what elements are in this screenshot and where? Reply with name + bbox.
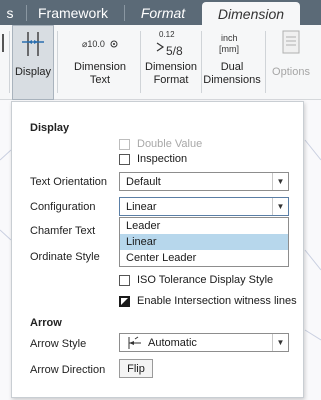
ribbon-partial-button[interactable] (0, 25, 8, 100)
text-orientation-label: Text Orientation (30, 176, 108, 188)
iso-tolerance-checkbox[interactable] (119, 274, 130, 286)
svg-text:inch: inch (221, 33, 238, 43)
dropdown-option-center-leader[interactable]: Center Leader (120, 250, 288, 266)
dimension-format-label: Dimension Format (145, 61, 197, 87)
chevron-down-icon[interactable]: ▼ (272, 173, 288, 190)
ribbon-separator (9, 31, 10, 93)
configuration-select[interactable]: Linear ▼ (119, 197, 289, 216)
display-button-label: Display (14, 66, 52, 78)
tab-dimension[interactable]: Dimension (202, 2, 300, 25)
dual-dimensions-label-line2: Dimensions (203, 74, 261, 86)
dual-dimensions-icon: inch [mm] (217, 25, 247, 61)
tab-framework-label: Framework (37, 4, 108, 21)
text-orientation-value: Default (126, 175, 161, 188)
tab-format-label: Format (140, 4, 186, 21)
tab-format[interactable]: Format (128, 0, 198, 25)
intersection-witness-checkbox[interactable] (119, 295, 130, 307)
inspection-checkbox-row[interactable]: Inspection (119, 153, 187, 165)
configuration-value: Linear (126, 200, 157, 213)
dimension-text-icon: ⌀10.0 (78, 25, 122, 61)
ribbon-separator (201, 31, 202, 93)
ribbon-separator (140, 31, 141, 93)
tab-separator (124, 5, 125, 21)
arrow-section-title: Arrow (30, 317, 62, 329)
dropdown-option-leader[interactable]: Leader (120, 218, 288, 234)
inspection-checkbox[interactable] (119, 153, 130, 165)
display-icon (20, 26, 46, 62)
chevron-down-icon[interactable]: ▼ (272, 334, 288, 351)
dimension-format-button[interactable]: 0.12 5/8 Dimension Format (142, 25, 200, 100)
configuration-dropdown-list: Leader Linear Center Leader (119, 217, 289, 267)
svg-text:⌀10.0: ⌀10.0 (82, 39, 105, 49)
tab-partial[interactable]: s (0, 0, 20, 25)
flip-button-label: Flip (127, 362, 145, 375)
tab-framework[interactable]: Framework (28, 0, 118, 25)
flip-button[interactable]: Flip (119, 359, 153, 378)
chamfer-text-label: Chamfer Text (30, 225, 96, 237)
dimension-text-button[interactable]: ⌀10.0 Dimension Text (62, 25, 138, 100)
iso-tolerance-checkbox-row[interactable]: ISO Tolerance Display Style (119, 274, 273, 286)
arrow-style-label: Arrow Style (30, 338, 87, 350)
svg-text:5/8: 5/8 (166, 44, 183, 58)
tab-dimension-label: Dimension (217, 5, 285, 22)
ribbon-toolbar: Display ⌀10.0 Dimension Text 0.12 5/8 Di… (0, 25, 321, 100)
ordinate-style-label: Ordinate Style (30, 251, 100, 263)
intersection-witness-checkbox-row[interactable]: Enable Intersection witness lines (119, 295, 297, 307)
dimension-text-label: Dimension Text (74, 61, 126, 87)
ribbon-tab-bar: s Framework Format Dimension (0, 0, 321, 25)
dimension-format-icon: 0.12 5/8 (151, 25, 191, 61)
dimension-text-label-line1: Dimension (74, 61, 126, 73)
display-button[interactable]: Display (12, 25, 54, 100)
display-section-title: Display (30, 122, 70, 134)
arrow-direction-label: Arrow Direction (30, 364, 106, 376)
double-value-checkbox[interactable] (119, 138, 130, 150)
dual-dimensions-button[interactable]: inch [mm] Dual Dimensions (203, 25, 261, 100)
double-value-label: Double Value (137, 138, 203, 150)
arrow-style-icon (126, 336, 142, 350)
dimension-text-label-line2: Text (89, 74, 111, 86)
svg-text:0.12: 0.12 (159, 30, 175, 39)
partial-icon (0, 25, 8, 61)
display-options-panel: Display Double Value Inspection Text Ori… (11, 101, 304, 398)
tab-separator (26, 5, 27, 21)
ribbon-separator (57, 31, 58, 93)
configuration-label: Configuration (30, 201, 96, 213)
options-icon (280, 25, 302, 61)
iso-tolerance-label: ISO Tolerance Display Style (137, 274, 274, 286)
arrow-style-select[interactable]: Automatic ▼ (119, 333, 289, 352)
options-button[interactable]: Options (268, 25, 314, 100)
ribbon-separator (265, 31, 266, 93)
tab-partial-label: s (6, 4, 14, 21)
arrow-style-value: Automatic (148, 336, 197, 349)
dimension-format-label-line1: Dimension (145, 61, 197, 73)
dual-dimensions-label: Dual Dimensions (203, 61, 260, 87)
double-value-checkbox-row[interactable]: Double Value (119, 138, 202, 150)
dimension-format-label-line2: Format (153, 74, 189, 86)
text-orientation-select[interactable]: Default ▼ (119, 172, 289, 191)
inspection-label: Inspection (137, 153, 188, 165)
dropdown-option-linear[interactable]: Linear (120, 234, 288, 250)
dual-dimensions-label-line1: Dual (220, 61, 244, 73)
svg-text:[mm]: [mm] (219, 44, 239, 54)
chevron-down-icon[interactable]: ▼ (272, 198, 288, 215)
options-button-label: Options (272, 66, 310, 78)
intersection-witness-label: Enable Intersection witness lines (137, 295, 297, 307)
